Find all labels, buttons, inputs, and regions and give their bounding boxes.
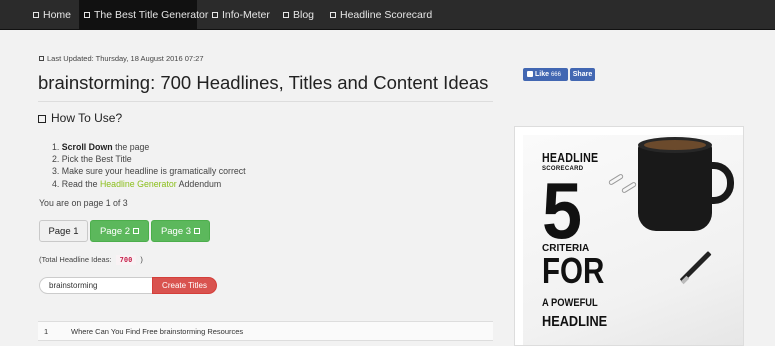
mug-handle bbox=[704, 162, 734, 204]
square-icon bbox=[133, 228, 140, 234]
how-to-use-heading: How To Use? bbox=[38, 111, 122, 125]
instructions-list: 1. Scroll Down the page 2. Pick the Best… bbox=[52, 141, 246, 190]
nav-info-meter[interactable]: Info-Meter bbox=[209, 0, 273, 30]
promo-banner[interactable]: HEADLINE SCORECARD 5 CRITERIA FOR A POWE… bbox=[514, 126, 744, 346]
facebook-share-button[interactable]: Share bbox=[570, 68, 595, 81]
page-3-button[interactable]: Page 3 bbox=[151, 220, 210, 242]
nav-home[interactable]: Home bbox=[29, 0, 75, 30]
table-row[interactable]: 1 Where Can You Find Free brainstorming … bbox=[38, 321, 493, 341]
coffee-surface bbox=[644, 140, 706, 150]
nav-headline-scorecard-label: Headline Scorecard bbox=[340, 9, 433, 21]
step-1-rest: the page bbox=[112, 142, 150, 152]
how-to-use-text: How To Use? bbox=[51, 111, 123, 125]
step-2-text: Pick the Best Title bbox=[61, 154, 132, 165]
list-item: 1. Scroll Down the page bbox=[52, 142, 150, 152]
top-navbar: Home The Best Title Generator Info-Meter… bbox=[0, 0, 775, 30]
nav-title-generator-label: The Best Title Generator bbox=[94, 9, 209, 21]
last-updated: Last Updated: Thursday, 18 August 2016 0… bbox=[39, 54, 204, 63]
square-icon bbox=[212, 12, 218, 18]
row-number: 1 bbox=[44, 327, 49, 336]
total-prefix: (Total Headline Ideas: bbox=[39, 255, 112, 264]
row-title: Where Can You Find Free brainstorming Re… bbox=[71, 327, 244, 336]
square-icon bbox=[38, 115, 46, 123]
create-titles-button[interactable]: Create Titles bbox=[152, 277, 217, 294]
promo-line-7: HEADLINE bbox=[542, 313, 608, 330]
paperclip-icon bbox=[620, 181, 638, 194]
square-icon bbox=[330, 12, 336, 18]
clock-icon bbox=[39, 56, 44, 61]
page-3-label: Page 3 bbox=[160, 226, 192, 237]
page-1-button[interactable]: Page 1 bbox=[39, 220, 88, 242]
list-item: 4. Read the Headline Generator Addendum bbox=[52, 178, 222, 189]
promo-line-6: A POWEFUL bbox=[542, 297, 598, 309]
facebook-like-button[interactable]: Like 666 bbox=[523, 68, 568, 81]
square-icon bbox=[33, 12, 39, 18]
page-info: You are on page 1 of 3 bbox=[39, 198, 128, 208]
square-icon bbox=[194, 228, 201, 234]
list-item: 2. Pick the Best Title bbox=[52, 154, 132, 165]
total-count: 700 bbox=[115, 255, 137, 265]
coffee-mug-icon bbox=[638, 143, 712, 231]
nav-home-label: Home bbox=[43, 9, 72, 21]
list-item: 3. Make sure your headline is gramatical… bbox=[52, 166, 246, 177]
paperclip-icon bbox=[607, 173, 625, 186]
page-2-button[interactable]: Page 2 bbox=[90, 220, 149, 242]
page-title: brainstorming: 700 Headlines, Titles and… bbox=[38, 72, 489, 93]
step-1-bold: Scroll Down bbox=[61, 142, 113, 152]
nav-info-meter-label: Info-Meter bbox=[222, 9, 270, 21]
like-label: Like bbox=[535, 71, 550, 78]
promo-line-1: HEADLINE bbox=[542, 151, 599, 165]
promo-line-3: 5 bbox=[542, 166, 583, 255]
search-input[interactable]: brainstorming bbox=[39, 277, 152, 294]
headline-generator-link[interactable]: Headline Generator bbox=[100, 179, 177, 189]
square-icon bbox=[84, 12, 90, 18]
like-count: 666 bbox=[550, 72, 561, 78]
step-4-pre: Read the bbox=[61, 178, 100, 189]
title-divider bbox=[38, 101, 493, 102]
step-4-post: Addendum bbox=[176, 178, 222, 189]
nav-title-generator[interactable]: The Best Title Generator bbox=[79, 0, 208, 30]
total-ideas: (Total Headline Ideas: 700 ) bbox=[39, 255, 143, 265]
step-3-text: Make sure your headline is gramatically … bbox=[61, 166, 246, 177]
page-2-label: Page 2 bbox=[99, 226, 131, 237]
nav-blog-label: Blog bbox=[293, 9, 315, 21]
last-updated-text: Last Updated: Thursday, 18 August 2016 0… bbox=[47, 54, 204, 63]
promo-line-5: FOR bbox=[542, 250, 605, 291]
thumbs-up-icon bbox=[527, 71, 533, 77]
nav-headline-scorecard[interactable]: Headline Scorecard bbox=[327, 0, 435, 30]
nav-blog[interactable]: Blog bbox=[280, 0, 317, 30]
square-icon bbox=[283, 12, 289, 18]
headline-scorecard-image: HEADLINE SCORECARD 5 CRITERIA FOR A POWE… bbox=[523, 135, 743, 345]
total-suffix: ) bbox=[140, 255, 143, 264]
page-1-label: Page 1 bbox=[48, 226, 79, 237]
